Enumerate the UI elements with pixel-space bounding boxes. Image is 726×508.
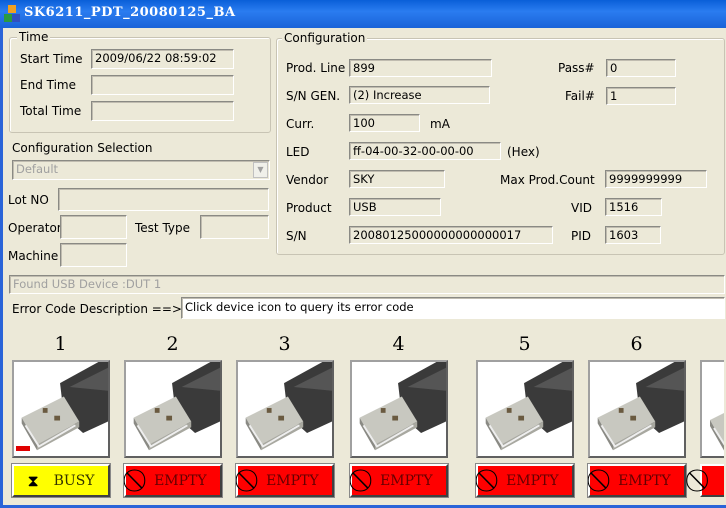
configuration-group-label: Configuration — [282, 31, 368, 45]
slot-status-label: EMPTY — [618, 472, 671, 489]
slot-status-button[interactable]: ⃠ EMPTY — [475, 463, 575, 498]
product-field: USB — [349, 198, 441, 216]
config-selection-dropdown[interactable]: Default ▼ — [12, 160, 270, 180]
progress-indicator — [16, 446, 30, 451]
start-time-field: 2009/06/22 08:59:02 — [91, 49, 234, 69]
product-label: Product — [286, 201, 332, 215]
slot-status-button[interactable]: ⃠ EMPTY — [587, 463, 687, 498]
device-slot-icon[interactable] — [588, 360, 686, 458]
lot-no-label: Lot NO — [8, 193, 49, 207]
time-group-label: Time — [17, 30, 51, 44]
status-field: Found USB Device :DUT 1 — [9, 275, 725, 294]
sn-label: S/N — [286, 229, 307, 243]
slot-number: 2 — [166, 333, 179, 355]
led-label: LED — [286, 145, 310, 159]
start-time-label: Start Time — [20, 52, 83, 66]
operator-label: Operator — [8, 221, 62, 235]
sn-field: 20080125000000000000017 — [349, 226, 553, 244]
slot-number: 3 — [278, 333, 291, 355]
pid-field: 1603 — [605, 226, 661, 244]
fail-count-field: 1 — [606, 87, 676, 105]
sn-gen-label: S/N GEN. — [286, 89, 341, 103]
slot-status-button[interactable]: ⃠ EMPTY — [123, 463, 223, 498]
config-selection-value: Default — [16, 162, 59, 176]
led-unit: (Hex) — [507, 145, 540, 159]
curr-field: 100 — [349, 114, 420, 132]
max-prod-count-label: Max Prod.Count — [500, 173, 595, 187]
prod-line-field: 899 — [349, 59, 492, 77]
device-slot-icon[interactable] — [476, 360, 574, 458]
max-prod-count-field: 9999999999 — [605, 170, 707, 188]
slot-status-label: EMPTY — [266, 472, 319, 489]
slot-number: 6 — [630, 333, 643, 355]
slot-status-label: BUSY — [53, 472, 95, 489]
fail-label: Fail# — [565, 89, 595, 103]
end-time-label: End Time — [20, 78, 76, 92]
total-time-field — [91, 101, 234, 121]
operator-input[interactable] — [60, 215, 127, 239]
vid-field: 1516 — [605, 198, 662, 216]
title-bar[interactable]: SK6211_PDT_20080125_BA — [0, 0, 726, 28]
machine-input[interactable] — [60, 243, 127, 267]
slot-status-label: EMPTY — [380, 472, 433, 489]
hourglass-icon: ⧗ — [27, 470, 39, 490]
pid-label: PID — [571, 229, 592, 243]
led-field: ff-04-00-32-00-00-00 — [349, 142, 501, 160]
usb-device-image — [21, 362, 108, 451]
test-type-input[interactable] — [200, 215, 269, 239]
slot-status-button[interactable]: ⃠ EMPTY — [235, 463, 335, 498]
pass-label: Pass# — [558, 61, 595, 75]
lot-no-input[interactable] — [58, 188, 269, 211]
chevron-down-icon[interactable]: ▼ — [253, 162, 268, 178]
window-title: SK6211_PDT_20080125_BA — [24, 5, 236, 20]
config-selection-label: Configuration Selection — [12, 141, 153, 155]
slot-status-button[interactable]: ⃠ EMPTY — [349, 463, 449, 498]
slot-status-button[interactable]: ⃠ — [700, 464, 724, 497]
error-code-label: Error Code Description ==> — [12, 302, 182, 316]
device-slot-icon[interactable] — [350, 360, 448, 458]
error-code-field: Click device icon to query its error cod… — [181, 297, 725, 319]
device-slot-icon[interactable] — [12, 360, 110, 458]
usb-device-image — [359, 362, 446, 451]
usb-device-image — [245, 362, 332, 451]
usb-device-image — [710, 412, 726, 454]
slot-number: 1 — [54, 333, 67, 355]
device-slot-icon[interactable] — [124, 360, 222, 458]
slot-number: 4 — [392, 333, 405, 355]
curr-unit: mA — [430, 117, 450, 131]
vid-label: VID — [571, 201, 592, 215]
sn-gen-field: (2) Increase — [349, 86, 490, 104]
slot-status-label: EMPTY — [506, 472, 559, 489]
slot-status-label: EMPTY — [154, 472, 207, 489]
vendor-label: Vendor — [286, 173, 329, 187]
device-slot-icon[interactable] — [700, 360, 726, 458]
pass-count-field: 0 — [606, 59, 676, 77]
machine-label: Machine — [8, 249, 59, 263]
usb-device-image — [597, 362, 684, 451]
end-time-field — [91, 75, 234, 95]
device-slot-icon[interactable] — [236, 360, 334, 458]
slot-status-button[interactable]: ⧗ BUSY — [11, 463, 111, 498]
app-icon — [4, 5, 20, 22]
curr-label: Curr. — [286, 117, 315, 131]
total-time-label: Total Time — [20, 104, 82, 118]
slot-number: 5 — [518, 333, 531, 355]
usb-device-image — [485, 362, 572, 451]
prod-line-label: Prod. Line — [286, 61, 346, 75]
test-type-label: Test Type — [135, 221, 191, 235]
vendor-field: SKY — [349, 170, 445, 188]
usb-device-image — [133, 362, 220, 451]
